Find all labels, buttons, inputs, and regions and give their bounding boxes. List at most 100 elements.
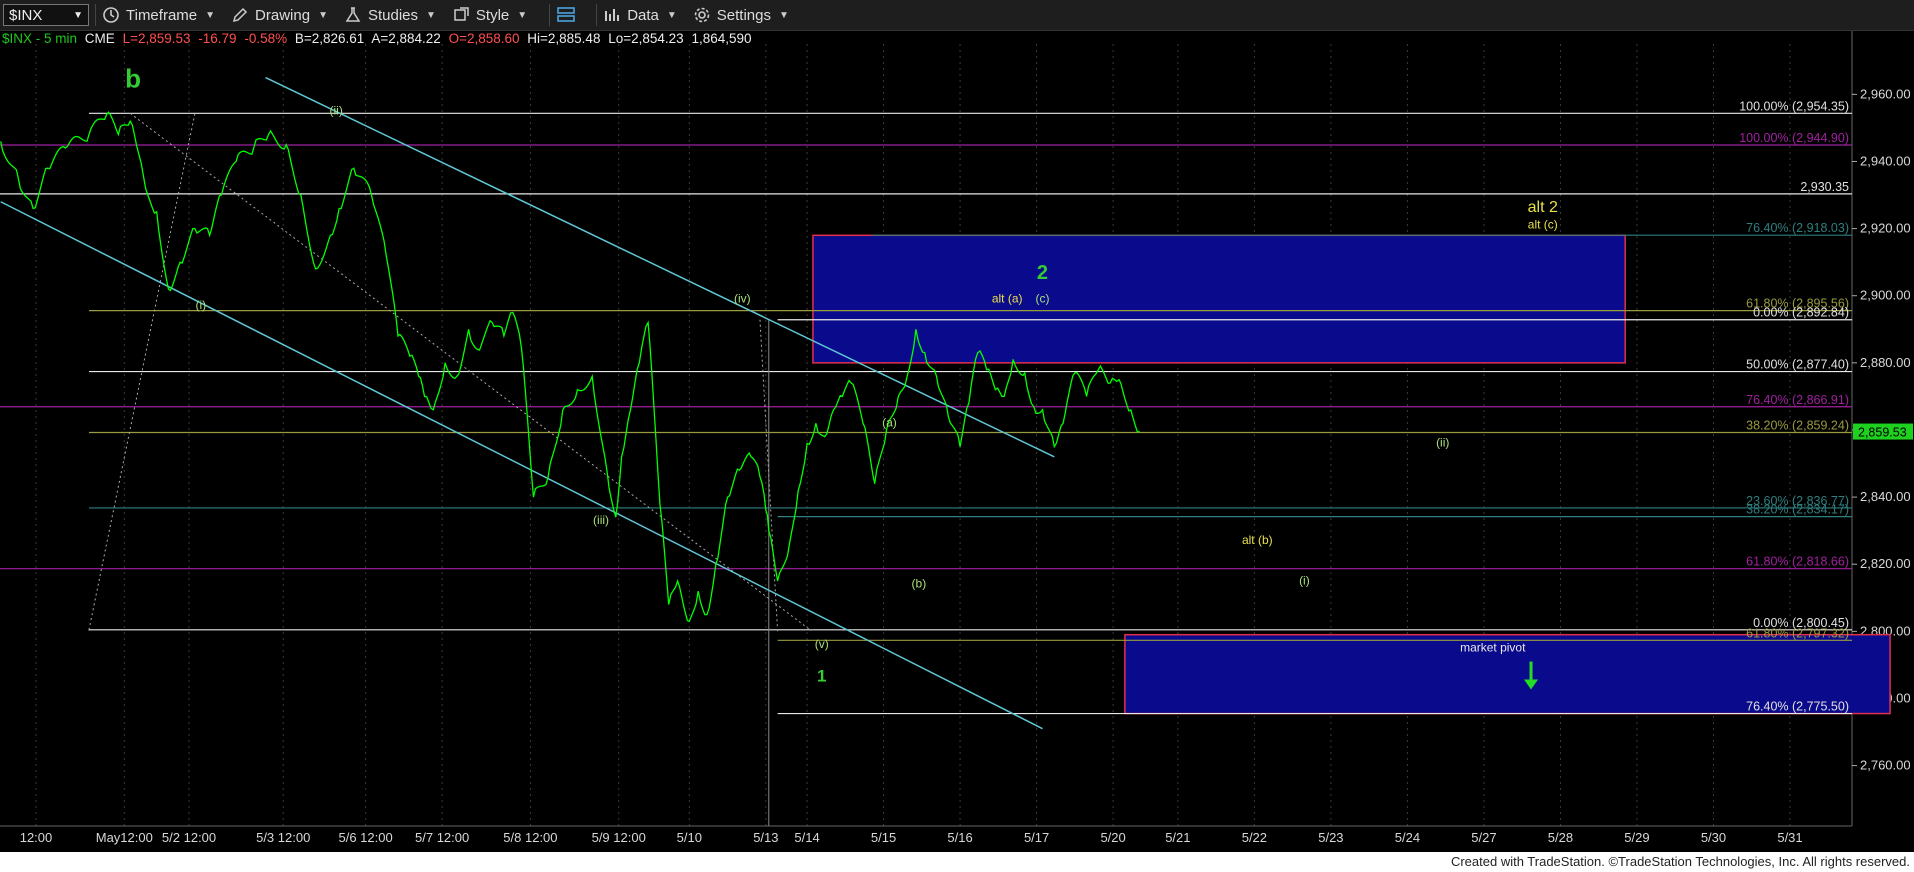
wave-label: (ii) bbox=[330, 103, 343, 117]
last-price: L=2,859.53 bbox=[122, 31, 191, 46]
y-tick-label: 2,820.00 bbox=[1860, 556, 1911, 571]
symbol-input[interactable]: $INX ▼ bbox=[3, 4, 89, 26]
wave-label: (v) bbox=[815, 637, 829, 651]
chevron-down-icon[interactable]: ▼ bbox=[73, 10, 83, 21]
x-tick-label: 5/21 bbox=[1165, 830, 1190, 845]
open-price: O=2,858.60 bbox=[448, 31, 520, 46]
fib-level-label: 2,930.35 bbox=[1800, 180, 1849, 194]
low-price: Lo=2,854.23 bbox=[608, 31, 684, 46]
y-tick-label: 2,880.00 bbox=[1860, 355, 1911, 370]
x-tick-label: 5/15 bbox=[871, 830, 896, 845]
x-tick-label: 5/29 bbox=[1624, 830, 1649, 845]
settings-menu[interactable]: Settings ▼ bbox=[693, 6, 789, 24]
y-tick-label: 2,920.00 bbox=[1860, 221, 1911, 236]
drawing-menu[interactable]: Drawing ▼ bbox=[231, 6, 328, 24]
x-tick-label: 5/24 bbox=[1395, 830, 1420, 845]
style-menu[interactable]: Style ▼ bbox=[452, 6, 527, 24]
bid-price: B=2,826.61 bbox=[294, 31, 365, 46]
wave-label: 1 bbox=[817, 667, 826, 686]
style-label: Style bbox=[475, 6, 510, 24]
y-tick-label: 2,760.00 bbox=[1860, 758, 1911, 773]
x-tick-label: 5/3 12:00 bbox=[256, 830, 310, 845]
bar-chart-icon bbox=[605, 9, 620, 21]
pct-change: -0.58% bbox=[244, 31, 288, 46]
fib-level-label: 38.20% (2,834.17) bbox=[1746, 503, 1849, 517]
x-tick-label: 5/10 bbox=[677, 830, 702, 845]
y-tick-label: 2,900.00 bbox=[1860, 288, 1911, 303]
x-tick-label: 5/27 bbox=[1471, 830, 1496, 845]
x-tick-label: 5/16 bbox=[947, 830, 972, 845]
timeframe-menu[interactable]: Timeframe ▼ bbox=[102, 6, 215, 24]
high-price: Hi=2,885.48 bbox=[527, 31, 601, 46]
layout-icon bbox=[557, 7, 575, 22]
pencil-icon bbox=[233, 7, 248, 23]
chevron-down-icon: ▼ bbox=[517, 9, 528, 21]
studies-menu[interactable]: Studies ▼ bbox=[344, 6, 436, 24]
toolbar-divider bbox=[596, 4, 598, 26]
x-tick-label: 5/22 bbox=[1242, 830, 1267, 845]
net-change: -16.79 bbox=[198, 31, 237, 46]
fib-level-label: 100.00% (2,944.90) bbox=[1739, 131, 1849, 145]
fib-level-label: 50.00% (2,877.40) bbox=[1746, 358, 1849, 372]
style-icon bbox=[454, 7, 469, 21]
chevron-down-icon: ▼ bbox=[318, 9, 328, 21]
x-tick-label: 5/8 12:00 bbox=[503, 830, 557, 845]
price-chart[interactable]: 12:00 May12:00 5/2 12:00 5/3 12:00 5/6 12:00… bbox=[0, 0, 1914, 852]
y-tick-label: 2,940.00 bbox=[1860, 153, 1911, 168]
toolbar: $INX ▼ Timeframe ▼ Drawing ▼ Studies ▼ Styl… bbox=[0, 0, 1914, 31]
fib-level-label: 38.20% (2,859.24) bbox=[1746, 419, 1849, 433]
fib-level-label: 61.80% (2,818.66) bbox=[1746, 555, 1849, 569]
y-tick-label: 2,960.00 bbox=[1860, 86, 1911, 101]
x-tick-label: 5/6 12:00 bbox=[339, 830, 393, 845]
fib-level-label: 100.00% (2,954.35) bbox=[1739, 99, 1849, 113]
ask-price: A=2,884.22 bbox=[371, 31, 441, 46]
flask-icon bbox=[345, 7, 361, 22]
x-tick-label: 5/30 bbox=[1701, 830, 1726, 845]
fib-level-label: 61.80% (2,797.32) bbox=[1746, 626, 1849, 640]
chevron-down-icon: ▼ bbox=[666, 9, 677, 21]
symbol-name: $INX - 5 min bbox=[2, 31, 78, 46]
x-tick-label: 5/7 12:00 bbox=[415, 830, 469, 845]
target-zone-box bbox=[812, 234, 1626, 364]
timeframe-label: Timeframe bbox=[126, 6, 198, 24]
wave-label: (b) bbox=[912, 577, 927, 591]
chevron-down-icon: ▼ bbox=[426, 9, 436, 21]
x-tick-label: 5/14 bbox=[794, 830, 819, 845]
fib-level-label: 0.00% (2,892.84) bbox=[1753, 306, 1849, 320]
wave-label: 2 bbox=[1037, 262, 1048, 284]
y-tick-label: 2,840.00 bbox=[1860, 489, 1911, 504]
wave-label: alt 2 bbox=[1528, 199, 1558, 216]
wave-label: alt (c) bbox=[1528, 218, 1558, 232]
wave-label: (a) bbox=[882, 416, 897, 430]
wave-label: (c) bbox=[1035, 291, 1049, 305]
x-tick-label: 5/17 bbox=[1024, 830, 1049, 845]
layout-button[interactable] bbox=[556, 5, 582, 25]
x-tick-label: 5/20 bbox=[1100, 830, 1125, 845]
wave-label: (ii) bbox=[1436, 436, 1449, 450]
wave-label: alt (b) bbox=[1242, 533, 1273, 547]
fib-level-label: 76.40% (2,918.03) bbox=[1746, 221, 1849, 235]
wave-label: alt (a) bbox=[992, 291, 1023, 305]
wave-label: (iii) bbox=[593, 513, 609, 527]
settings-label: Settings bbox=[716, 6, 771, 24]
studies-label: Studies bbox=[367, 6, 419, 24]
wave-label: (iv) bbox=[734, 291, 751, 305]
symbol-text: $INX bbox=[9, 6, 43, 24]
x-tick-label: 5/9 12:00 bbox=[592, 830, 646, 845]
x-tick-label: 5/2 12:00 bbox=[162, 830, 216, 845]
x-tick-label: 5/23 bbox=[1318, 830, 1343, 845]
x-tick-label: May12:00 bbox=[96, 830, 153, 845]
toolbar-divider bbox=[95, 4, 96, 26]
x-tick-label: 12:00 bbox=[20, 830, 53, 845]
x-tick-label: 5/31 bbox=[1777, 830, 1802, 845]
wave-label: market pivot bbox=[1460, 640, 1526, 654]
exchange: CME bbox=[84, 31, 115, 46]
data-menu[interactable]: Data ▼ bbox=[603, 6, 677, 24]
wave-label: (i) bbox=[195, 298, 206, 312]
last-price-label: 2,859.53 bbox=[1858, 426, 1907, 440]
wave-label: b bbox=[125, 64, 141, 94]
x-tick-label: 5/13 bbox=[753, 830, 778, 845]
chevron-down-icon: ▼ bbox=[205, 9, 216, 21]
symbol-info-bar: $INX - 5 min CME L=2,859.53 -16.79 -0.58… bbox=[2, 31, 756, 46]
fib-level-label: 76.40% (2,866.91) bbox=[1746, 393, 1849, 407]
